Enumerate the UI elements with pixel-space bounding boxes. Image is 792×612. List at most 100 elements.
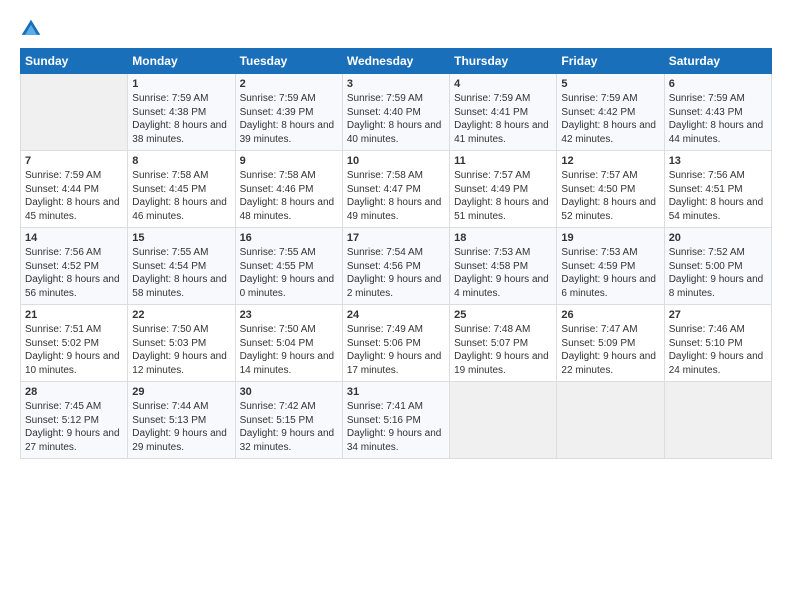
cell-info: Sunrise: 7:44 AM Sunset: 5:13 PM Dayligh… — [132, 400, 230, 454]
day-number: 28 — [25, 386, 123, 398]
cell-info: Sunrise: 7:49 AM Sunset: 5:06 PM Dayligh… — [347, 323, 445, 377]
day-number: 17 — [347, 232, 445, 244]
calendar-cell: 11 Sunrise: 7:57 AM Sunset: 4:49 PM Dayl… — [450, 151, 557, 228]
cell-info: Sunrise: 7:47 AM Sunset: 5:09 PM Dayligh… — [561, 323, 659, 377]
day-number: 19 — [561, 232, 659, 244]
calendar-cell: 12 Sunrise: 7:57 AM Sunset: 4:50 PM Dayl… — [557, 151, 664, 228]
calendar-cell: 30 Sunrise: 7:42 AM Sunset: 5:15 PM Dayl… — [235, 382, 342, 459]
header-day: Sunday — [21, 49, 128, 74]
cell-info: Sunrise: 7:51 AM Sunset: 5:02 PM Dayligh… — [25, 323, 123, 377]
calendar-cell: 21 Sunrise: 7:51 AM Sunset: 5:02 PM Dayl… — [21, 305, 128, 382]
calendar-cell: 6 Sunrise: 7:59 AM Sunset: 4:43 PM Dayli… — [664, 74, 771, 151]
cell-info: Sunrise: 7:56 AM Sunset: 4:52 PM Dayligh… — [25, 246, 123, 300]
day-number: 12 — [561, 155, 659, 167]
calendar-cell: 23 Sunrise: 7:50 AM Sunset: 5:04 PM Dayl… — [235, 305, 342, 382]
calendar-cell: 8 Sunrise: 7:58 AM Sunset: 4:45 PM Dayli… — [128, 151, 235, 228]
cell-info: Sunrise: 7:56 AM Sunset: 4:51 PM Dayligh… — [669, 169, 767, 223]
cell-info: Sunrise: 7:58 AM Sunset: 4:45 PM Dayligh… — [132, 169, 230, 223]
cell-info: Sunrise: 7:54 AM Sunset: 4:56 PM Dayligh… — [347, 246, 445, 300]
cell-info: Sunrise: 7:59 AM Sunset: 4:44 PM Dayligh… — [25, 169, 123, 223]
calendar-page: SundayMondayTuesdayWednesdayThursdayFrid… — [0, 0, 792, 612]
day-number: 5 — [561, 78, 659, 90]
calendar-cell: 25 Sunrise: 7:48 AM Sunset: 5:07 PM Dayl… — [450, 305, 557, 382]
cell-info: Sunrise: 7:50 AM Sunset: 5:04 PM Dayligh… — [240, 323, 338, 377]
day-number: 15 — [132, 232, 230, 244]
day-number: 27 — [669, 309, 767, 321]
calendar-week-row: 28 Sunrise: 7:45 AM Sunset: 5:12 PM Dayl… — [21, 382, 772, 459]
calendar-cell: 20 Sunrise: 7:52 AM Sunset: 5:00 PM Dayl… — [664, 228, 771, 305]
calendar-cell: 1 Sunrise: 7:59 AM Sunset: 4:38 PM Dayli… — [128, 74, 235, 151]
cell-info: Sunrise: 7:59 AM Sunset: 4:39 PM Dayligh… — [240, 92, 338, 146]
cell-info: Sunrise: 7:55 AM Sunset: 4:54 PM Dayligh… — [132, 246, 230, 300]
calendar-cell: 27 Sunrise: 7:46 AM Sunset: 5:10 PM Dayl… — [664, 305, 771, 382]
day-number: 9 — [240, 155, 338, 167]
calendar-cell: 13 Sunrise: 7:56 AM Sunset: 4:51 PM Dayl… — [664, 151, 771, 228]
calendar-cell: 17 Sunrise: 7:54 AM Sunset: 4:56 PM Dayl… — [342, 228, 449, 305]
cell-info: Sunrise: 7:57 AM Sunset: 4:50 PM Dayligh… — [561, 169, 659, 223]
day-number: 18 — [454, 232, 552, 244]
calendar-week-row: 1 Sunrise: 7:59 AM Sunset: 4:38 PM Dayli… — [21, 74, 772, 151]
header-day: Saturday — [664, 49, 771, 74]
calendar-cell — [450, 382, 557, 459]
day-number: 21 — [25, 309, 123, 321]
calendar-cell: 28 Sunrise: 7:45 AM Sunset: 5:12 PM Dayl… — [21, 382, 128, 459]
cell-info: Sunrise: 7:55 AM Sunset: 4:55 PM Dayligh… — [240, 246, 338, 300]
cell-info: Sunrise: 7:59 AM Sunset: 4:41 PM Dayligh… — [454, 92, 552, 146]
day-number: 26 — [561, 309, 659, 321]
calendar-cell: 16 Sunrise: 7:55 AM Sunset: 4:55 PM Dayl… — [235, 228, 342, 305]
calendar-cell: 19 Sunrise: 7:53 AM Sunset: 4:59 PM Dayl… — [557, 228, 664, 305]
calendar-cell: 2 Sunrise: 7:59 AM Sunset: 4:39 PM Dayli… — [235, 74, 342, 151]
cell-info: Sunrise: 7:53 AM Sunset: 4:59 PM Dayligh… — [561, 246, 659, 300]
cell-info: Sunrise: 7:59 AM Sunset: 4:38 PM Dayligh… — [132, 92, 230, 146]
cell-info: Sunrise: 7:59 AM Sunset: 4:42 PM Dayligh… — [561, 92, 659, 146]
cell-info: Sunrise: 7:45 AM Sunset: 5:12 PM Dayligh… — [25, 400, 123, 454]
day-number: 11 — [454, 155, 552, 167]
day-number: 16 — [240, 232, 338, 244]
calendar-cell: 4 Sunrise: 7:59 AM Sunset: 4:41 PM Dayli… — [450, 74, 557, 151]
day-number: 14 — [25, 232, 123, 244]
calendar-cell: 31 Sunrise: 7:41 AM Sunset: 5:16 PM Dayl… — [342, 382, 449, 459]
day-number: 10 — [347, 155, 445, 167]
day-number: 29 — [132, 386, 230, 398]
header-row: SundayMondayTuesdayWednesdayThursdayFrid… — [21, 49, 772, 74]
day-number: 22 — [132, 309, 230, 321]
cell-info: Sunrise: 7:58 AM Sunset: 4:46 PM Dayligh… — [240, 169, 338, 223]
day-number: 24 — [347, 309, 445, 321]
calendar-cell: 9 Sunrise: 7:58 AM Sunset: 4:46 PM Dayli… — [235, 151, 342, 228]
day-number: 3 — [347, 78, 445, 90]
calendar-cell: 15 Sunrise: 7:55 AM Sunset: 4:54 PM Dayl… — [128, 228, 235, 305]
cell-info: Sunrise: 7:59 AM Sunset: 4:43 PM Dayligh… — [669, 92, 767, 146]
calendar-cell: 14 Sunrise: 7:56 AM Sunset: 4:52 PM Dayl… — [21, 228, 128, 305]
calendar-week-row: 7 Sunrise: 7:59 AM Sunset: 4:44 PM Dayli… — [21, 151, 772, 228]
cell-info: Sunrise: 7:42 AM Sunset: 5:15 PM Dayligh… — [240, 400, 338, 454]
cell-info: Sunrise: 7:50 AM Sunset: 5:03 PM Dayligh… — [132, 323, 230, 377]
logo — [20, 18, 46, 40]
calendar-cell: 22 Sunrise: 7:50 AM Sunset: 5:03 PM Dayl… — [128, 305, 235, 382]
cell-info: Sunrise: 7:58 AM Sunset: 4:47 PM Dayligh… — [347, 169, 445, 223]
calendar-table: SundayMondayTuesdayWednesdayThursdayFrid… — [20, 48, 772, 459]
header-day: Wednesday — [342, 49, 449, 74]
cell-info: Sunrise: 7:52 AM Sunset: 5:00 PM Dayligh… — [669, 246, 767, 300]
cell-info: Sunrise: 7:48 AM Sunset: 5:07 PM Dayligh… — [454, 323, 552, 377]
day-number: 25 — [454, 309, 552, 321]
header-day: Tuesday — [235, 49, 342, 74]
logo-icon — [20, 18, 42, 40]
day-number: 4 — [454, 78, 552, 90]
calendar-cell: 3 Sunrise: 7:59 AM Sunset: 4:40 PM Dayli… — [342, 74, 449, 151]
cell-info: Sunrise: 7:57 AM Sunset: 4:49 PM Dayligh… — [454, 169, 552, 223]
calendar-cell: 18 Sunrise: 7:53 AM Sunset: 4:58 PM Dayl… — [450, 228, 557, 305]
day-number: 6 — [669, 78, 767, 90]
calendar-cell: 29 Sunrise: 7:44 AM Sunset: 5:13 PM Dayl… — [128, 382, 235, 459]
calendar-cell — [557, 382, 664, 459]
page-header — [20, 18, 772, 40]
day-number: 8 — [132, 155, 230, 167]
calendar-week-row: 14 Sunrise: 7:56 AM Sunset: 4:52 PM Dayl… — [21, 228, 772, 305]
calendar-cell: 10 Sunrise: 7:58 AM Sunset: 4:47 PM Dayl… — [342, 151, 449, 228]
day-number: 13 — [669, 155, 767, 167]
cell-info: Sunrise: 7:46 AM Sunset: 5:10 PM Dayligh… — [669, 323, 767, 377]
calendar-cell: 7 Sunrise: 7:59 AM Sunset: 4:44 PM Dayli… — [21, 151, 128, 228]
cell-info: Sunrise: 7:59 AM Sunset: 4:40 PM Dayligh… — [347, 92, 445, 146]
day-number: 31 — [347, 386, 445, 398]
header-day: Thursday — [450, 49, 557, 74]
day-number: 23 — [240, 309, 338, 321]
